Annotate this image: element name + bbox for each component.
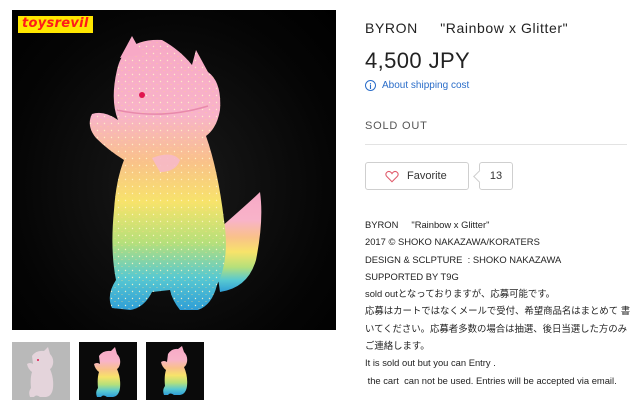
product-description: BYRON "Rainbow x Glitter" 2017 © SHOKO N… [365,216,637,389]
thumbnail-2[interactable] [79,342,137,400]
favorite-label: Favorite [407,170,447,182]
favorite-count: 13 [479,162,513,190]
product-price: 4,500 JPY [365,48,471,73]
description-line: the cart can not be used. Entries will b… [365,374,617,386]
thumbnail-figure-icon [27,347,54,397]
heart-icon [385,170,399,182]
product-title: BYRON "Rainbow x Glitter" [365,20,569,36]
main-product-image[interactable]: toysrevil [12,10,336,330]
description-line: 2017 © SHOKO NAKAZAWA/KORATERS [365,236,540,248]
description-line: sold outとなっておりますが、応募可能です。 [365,288,556,300]
brand-logo: toysrevil [18,16,93,33]
description-line: 応募はカートではなくメールで受付、希望商品名はまとめて 書いてください。応募者多… [365,305,631,352]
shipping-cost-label: About shipping cost [382,80,470,91]
info-icon: i [365,80,376,91]
description-line: DESIGN & SCLPTURE : SHOKO NAKAZAWA [365,253,562,265]
sold-out-status: SOLD OUT [365,120,428,132]
description-line: SUPPORTED BY T9G [365,270,459,282]
thumbnail-figure-icon [161,346,188,395]
favorite-button[interactable]: Favorite [365,162,469,190]
divider [365,144,627,145]
shipping-cost-link[interactable]: i About shipping cost [365,80,469,91]
figure-illustration [89,36,262,310]
thumbnail-figure-icon [94,347,121,397]
thumbnail-1[interactable] [12,342,70,400]
description-line: It is sold out but you can Entry . [365,357,496,369]
description-line: BYRON "Rainbow x Glitter" [365,219,490,230]
thumbnail-3[interactable] [146,342,204,400]
